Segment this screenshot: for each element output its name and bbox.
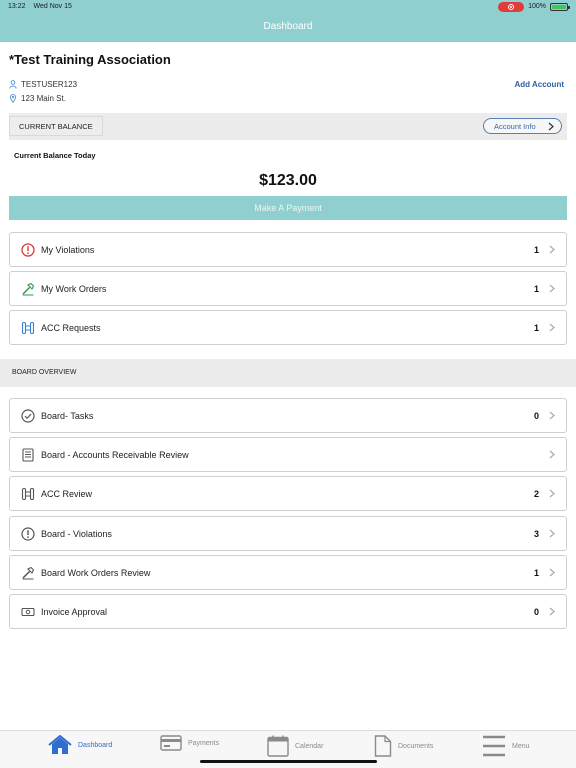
chevron-right-icon xyxy=(549,607,555,616)
chevron-right-icon xyxy=(549,323,555,332)
current-balance-tab[interactable]: CURRENT BALANCE xyxy=(9,116,103,136)
account-info-button[interactable]: Account Info xyxy=(483,118,562,134)
row-acc-review[interactable]: ACC Review 2 xyxy=(9,476,567,511)
username-text: TESTUSER123 xyxy=(21,80,78,89)
row-count: 1 xyxy=(533,322,539,333)
tab-calendar[interactable]: Calendar xyxy=(267,735,323,757)
board-overview-header: BOARD OVERVIEW xyxy=(0,359,576,387)
tab-payments[interactable]: Payments xyxy=(160,735,219,751)
chevron-right-icon xyxy=(549,450,555,459)
make-payment-button[interactable]: Make A Payment xyxy=(9,196,567,220)
row-label: ACC Requests xyxy=(41,322,101,333)
balance-today-label: Current Balance Today xyxy=(14,151,96,160)
chevron-right-icon xyxy=(548,122,554,131)
document-icon xyxy=(374,735,392,757)
screen-record-icon xyxy=(498,1,525,12)
status-time: 13:22 xyxy=(8,3,26,10)
tab-label: Dashboard xyxy=(78,741,113,749)
tab-label: Menu xyxy=(512,742,530,750)
row-invoice-approval[interactable]: Invoice Approval 0 xyxy=(9,594,567,629)
row-label: Board - Violations xyxy=(41,528,112,539)
row-board-accounts-receivable[interactable]: Board - Accounts Receivable Review xyxy=(9,437,567,472)
association-name: *Test Training Association xyxy=(9,52,171,67)
chevron-right-icon xyxy=(549,568,555,577)
row-count: 2 xyxy=(533,488,539,499)
row-count: 1 xyxy=(533,244,539,255)
battery-percent: 100% xyxy=(528,3,546,10)
row-board-tasks[interactable]: Board- Tasks 0 xyxy=(9,398,567,433)
row-count: 0 xyxy=(533,606,539,617)
user-icon xyxy=(9,80,17,89)
row-board-violations[interactable]: Board - Violations 3 xyxy=(9,516,567,551)
acc-icon xyxy=(21,321,35,334)
battery-icon xyxy=(550,2,570,11)
row-my-violations[interactable]: My Violations 1 xyxy=(9,232,567,267)
location-pin-icon xyxy=(9,94,17,103)
acc-icon xyxy=(21,487,35,500)
row-acc-requests[interactable]: ACC Requests 1 xyxy=(9,310,567,345)
row-count: 0 xyxy=(533,410,539,421)
header: 13:22 Wed Nov 15 100% Dashboard xyxy=(0,0,576,42)
add-account-link[interactable]: Add Account xyxy=(515,80,564,89)
tab-label: Calendar xyxy=(295,742,324,750)
hammer-icon xyxy=(22,566,35,579)
tab-dashboard[interactable]: Dashboard xyxy=(48,735,112,755)
row-board-work-orders-review[interactable]: Board Work Orders Review 1 xyxy=(9,555,567,590)
home-icon xyxy=(48,735,72,754)
chevron-right-icon xyxy=(549,245,555,254)
tab-label: Payments xyxy=(188,739,220,747)
ledger-icon xyxy=(22,447,34,462)
row-count: 3 xyxy=(533,528,539,539)
row-count: 1 xyxy=(533,567,539,578)
tab-menu[interactable]: Menu xyxy=(482,735,530,757)
hammer-icon xyxy=(22,282,35,295)
menu-icon xyxy=(483,735,505,757)
board-overview-label: BOARD OVERVIEW xyxy=(12,369,77,376)
home-indicator[interactable] xyxy=(200,760,377,763)
page-title: Dashboard xyxy=(263,21,313,32)
status-bar: 13:22 Wed Nov 15 100% xyxy=(0,0,576,13)
calendar-icon xyxy=(267,735,289,757)
tab-label: Documents xyxy=(398,742,434,750)
money-icon xyxy=(21,607,35,616)
row-label: Board- Tasks xyxy=(41,410,94,421)
chevron-right-icon xyxy=(549,411,555,420)
row-count: 1 xyxy=(533,283,539,294)
row-label: ACC Review xyxy=(41,488,93,499)
row-my-work-orders[interactable]: My Work Orders 1 xyxy=(9,271,567,306)
credit-card-icon xyxy=(160,735,182,751)
row-label: My Work Orders xyxy=(41,283,107,294)
alert-icon xyxy=(21,242,35,257)
account-info-label: Account Info xyxy=(494,121,536,131)
address-text: 123 Main St. xyxy=(21,94,66,103)
balance-band: CURRENT BALANCE Account Info xyxy=(9,113,567,140)
account-username: TESTUSER123 xyxy=(9,80,77,89)
account-address: 123 Main St. xyxy=(9,94,66,103)
alert-icon xyxy=(21,526,35,541)
check-circle-icon xyxy=(21,408,35,423)
chevron-right-icon xyxy=(549,489,555,498)
chevron-right-icon xyxy=(549,529,555,538)
tab-documents[interactable]: Documents xyxy=(374,735,433,757)
balance-amount: $123.00 xyxy=(259,172,317,189)
chevron-right-icon xyxy=(549,284,555,293)
row-label: My Violations xyxy=(41,244,95,255)
row-label: Board - Accounts Receivable Review xyxy=(41,449,189,460)
row-label: Invoice Approval xyxy=(41,606,108,617)
row-label: Board Work Orders Review xyxy=(41,567,151,578)
status-date: Wed Nov 15 xyxy=(33,3,72,10)
